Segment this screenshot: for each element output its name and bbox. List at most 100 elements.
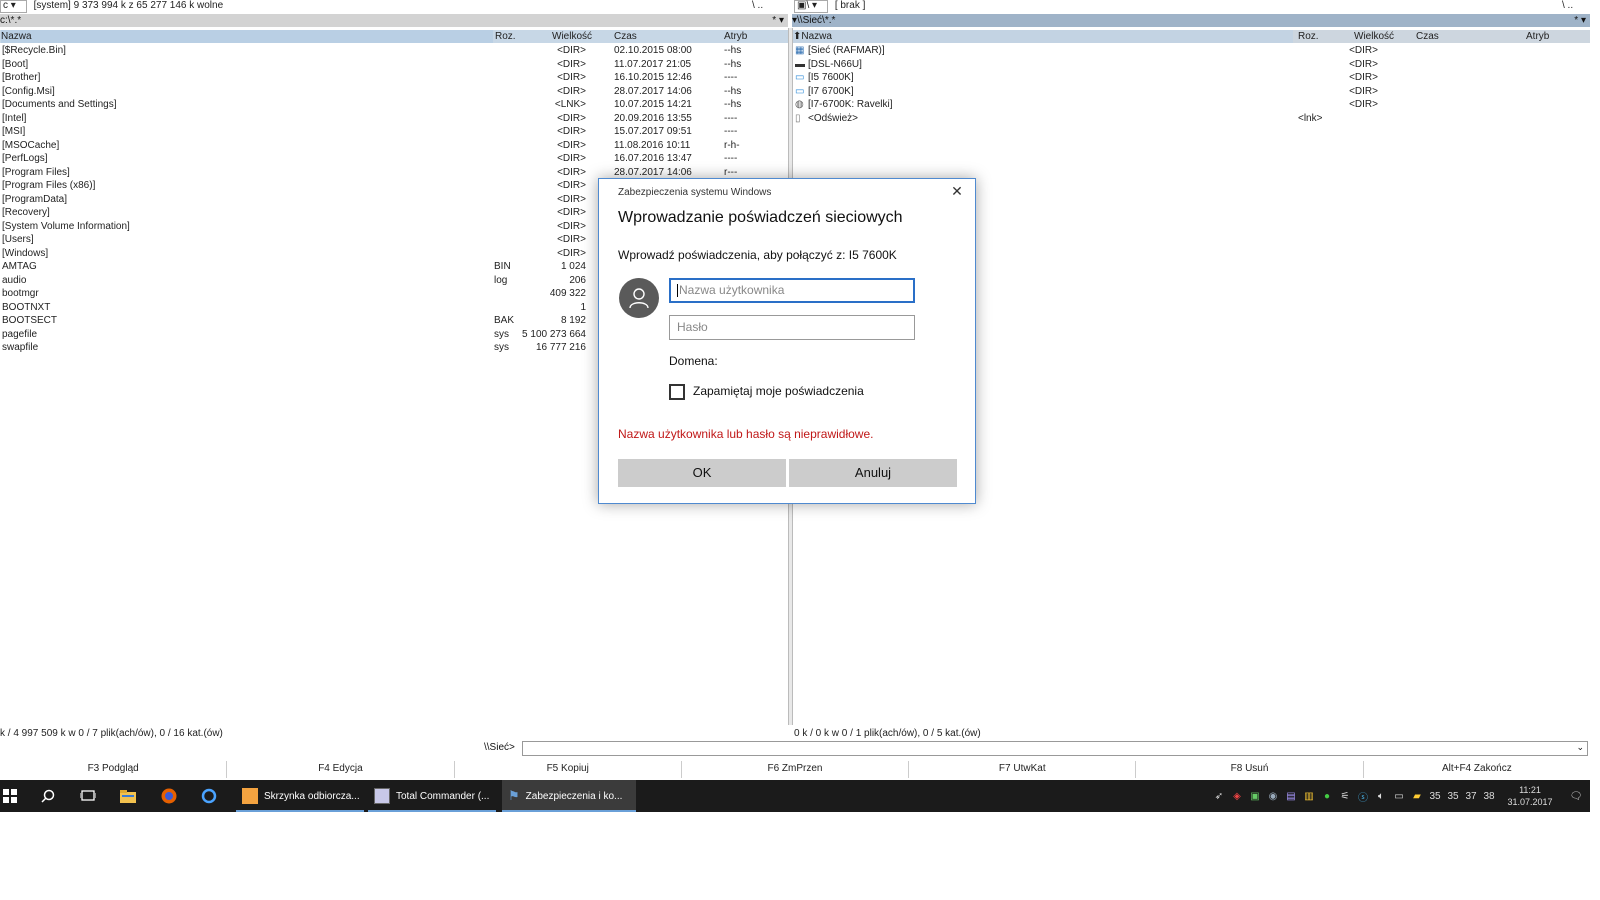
left-col-ext[interactable]: Roz. bbox=[495, 30, 516, 43]
right-col-time[interactable]: Czas bbox=[1416, 30, 1439, 43]
f7-mkdir-button[interactable]: F7 UtwKat bbox=[909, 761, 1137, 778]
table-row[interactable]: [PerfLogs] <DIR> 16.07.2016 13:47 ---- bbox=[0, 152, 788, 166]
temp-core-3[interactable]: 37 bbox=[1462, 791, 1480, 802]
table-row[interactable]: ▭ [I5 7600K] <DIR> bbox=[792, 71, 1590, 85]
file-name: [Program Files (x86)] bbox=[2, 180, 96, 191]
taskbar-app-mail[interactable]: Skrzynka odbiorcza... bbox=[236, 780, 364, 812]
firefox-icon[interactable] bbox=[161, 788, 177, 804]
volume-icon[interactable]: 🔈︎ bbox=[1372, 791, 1390, 802]
table-row[interactable]: [Intel] <DIR> 20.09.2016 13:55 ---- bbox=[0, 112, 788, 126]
f4-edit-button[interactable]: F4 Edycja bbox=[227, 761, 455, 778]
table-row[interactable]: ▦ [Sieć (RAFMAR)] <DIR> bbox=[792, 44, 1590, 58]
cursor-icon[interactable]: ➶ bbox=[1210, 791, 1228, 802]
file-name: AMTAG bbox=[2, 261, 37, 272]
file-size: <DIR> bbox=[1349, 45, 1378, 56]
f3-view-button[interactable]: F3 Podgląd bbox=[0, 761, 228, 778]
username-input[interactable]: Nazwa użytkownika bbox=[669, 278, 915, 303]
command-line-input[interactable]: ⌄ bbox=[522, 741, 1588, 756]
file-name: [I7 6700K] bbox=[808, 85, 854, 97]
search-icon[interactable] bbox=[40, 788, 56, 804]
dialog-caption: Zabezpieczenia systemu Windows bbox=[618, 187, 772, 198]
file-name: [Recovery] bbox=[2, 207, 50, 218]
network-tray-icon[interactable]: ⚟ bbox=[1336, 791, 1354, 802]
media-server-icon: ◍ bbox=[795, 99, 804, 110]
table-row[interactable]: ▭ [I7 6700K] <DIR> bbox=[792, 85, 1590, 99]
right-path: \\Sieć\*.* bbox=[797, 15, 836, 26]
twitch-icon[interactable]: ▤ bbox=[1282, 791, 1300, 802]
remember-checkbox[interactable] bbox=[669, 384, 685, 400]
task-view-icon[interactable] bbox=[80, 788, 96, 804]
right-root-buttons[interactable]: \ .. bbox=[1562, 0, 1573, 13]
table-row[interactable]: [MSI] <DIR> 15.07.2017 09:51 ---- bbox=[0, 125, 788, 139]
table-row[interactable]: ▯ <Odśwież> <lnk> bbox=[792, 112, 1590, 126]
taskbar-app-security[interactable]: ⚑ Zabezpieczenia i ko... bbox=[502, 780, 636, 812]
command-line: \\Sieć> ⌄ bbox=[0, 741, 1590, 756]
left-drive-select[interactable]: c ▾ bbox=[0, 0, 27, 13]
remember-label[interactable]: Zapamiętaj moje poświadczenia bbox=[693, 384, 864, 398]
file-name: [Config.Msi] bbox=[2, 85, 55, 97]
f6-move-button[interactable]: F6 ZmPrzen bbox=[682, 761, 910, 778]
temp-core-2[interactable]: 35 bbox=[1444, 791, 1462, 802]
table-row[interactable]: ◍ [I7-6700K: Ravelki] <DIR> bbox=[792, 98, 1590, 112]
file-ext: <lnk> bbox=[1298, 112, 1323, 124]
file-time: 11.07.2017 21:05 bbox=[614, 58, 692, 70]
right-path-symbols[interactable]: * ▾ bbox=[1574, 14, 1586, 27]
monitor-icon[interactable]: ▭ bbox=[1390, 791, 1408, 802]
notes-icon[interactable]: ▥ bbox=[1300, 791, 1318, 802]
refresh-app-icon[interactable] bbox=[201, 788, 217, 804]
taskbar-app-total-commander[interactable]: Total Commander (... bbox=[368, 780, 496, 812]
table-row[interactable]: [Brother] <DIR> 16.10.2015 12:46 ---- bbox=[0, 71, 788, 85]
file-size: <DIR> bbox=[557, 207, 586, 218]
chevron-down-icon[interactable]: ⌄ bbox=[1576, 742, 1584, 753]
table-row[interactable]: [Boot] <DIR> 11.07.2017 21:05 --hs bbox=[0, 58, 788, 72]
f5-copy-button[interactable]: F5 Kopiuj bbox=[455, 761, 682, 778]
file-name: [Users] bbox=[2, 234, 34, 245]
file-explorer-icon[interactable] bbox=[120, 788, 136, 804]
table-row[interactable]: ▬ [DSL-N66U] <DIR> bbox=[792, 58, 1590, 72]
table-row[interactable]: [$Recycle.Bin] <DIR> 02.10.2015 08:00 --hs bbox=[0, 44, 788, 58]
file-name: BOOTSECT bbox=[2, 315, 58, 326]
clock[interactable]: 11:21 31.07.2017 bbox=[1498, 784, 1562, 808]
alt-f4-exit-button[interactable]: Alt+F4 Zakończ bbox=[1364, 761, 1590, 778]
file-size: <DIR> bbox=[557, 220, 586, 232]
right-col-name[interactable]: ⬆Nazwa bbox=[793, 30, 1293, 43]
left-root-buttons[interactable]: \ .. bbox=[752, 0, 763, 13]
left-col-name[interactable]: Nazwa bbox=[1, 30, 493, 43]
close-icon[interactable]: ✕ bbox=[949, 183, 965, 200]
skype-icon[interactable]: ⓢ bbox=[1354, 789, 1372, 804]
notification-icon[interactable]: 🗨︎ bbox=[1562, 791, 1590, 802]
taskbar-app-label: Total Commander (... bbox=[396, 790, 490, 802]
cancel-button[interactable]: Anuluj bbox=[789, 459, 957, 487]
folder-tray-icon[interactable]: ▰ bbox=[1408, 791, 1426, 802]
function-key-bar: F3 Podgląd F4 Edycja F5 Kopiuj F6 ZmPrze… bbox=[0, 761, 1590, 778]
gpu-icon[interactable]: ▣ bbox=[1246, 791, 1264, 802]
file-name: [Program Files] bbox=[2, 166, 70, 178]
temp-core-4[interactable]: 38 bbox=[1480, 791, 1498, 802]
left-path-bar[interactable]: c:\*.* * ▾ bbox=[0, 14, 788, 27]
right-col-size[interactable]: Wielkość bbox=[1354, 30, 1394, 43]
file-time: 20.09.2016 13:55 bbox=[614, 112, 692, 124]
table-row[interactable]: [MSOCache] <DIR> 11.08.2016 10:11 r-h- bbox=[0, 139, 788, 153]
ok-button[interactable]: OK bbox=[618, 459, 786, 487]
table-row[interactable]: [Program Files] <DIR> 28.07.2017 14:06 r--- bbox=[0, 166, 788, 180]
steam-icon[interactable]: ◉ bbox=[1264, 791, 1282, 802]
cloud-icon[interactable]: ● bbox=[1318, 791, 1336, 802]
alert-icon[interactable]: ◈ bbox=[1228, 791, 1246, 802]
file-attr: ---- bbox=[724, 153, 738, 164]
right-drive-select[interactable]: ▣\ ▾ bbox=[794, 0, 829, 13]
file-size: <DIR> bbox=[557, 153, 586, 164]
table-row[interactable]: [Config.Msi] <DIR> 28.07.2017 14:06 --hs bbox=[0, 85, 788, 99]
right-col-attr[interactable]: Atryb bbox=[1526, 30, 1549, 43]
windows-start-icon[interactable] bbox=[2, 788, 18, 804]
left-path-symbols[interactable]: * ▾ bbox=[772, 14, 784, 27]
table-row[interactable]: [Documents and Settings] <LNK> 10.07.2015 … bbox=[0, 98, 788, 112]
right-path-bar[interactable]: ▾\\Sieć\*.* * ▾ bbox=[792, 14, 1590, 27]
right-col-ext[interactable]: Roz. bbox=[1298, 30, 1319, 43]
f8-delete-button[interactable]: F8 Usuń bbox=[1136, 761, 1364, 778]
left-col-size[interactable]: Wielkość bbox=[552, 30, 592, 43]
file-time: 16.07.2016 13:47 bbox=[614, 153, 692, 164]
left-col-attr[interactable]: Atryb bbox=[724, 30, 747, 43]
temp-core-1[interactable]: 35 bbox=[1426, 791, 1444, 802]
left-col-time[interactable]: Czas bbox=[614, 30, 637, 43]
password-input[interactable]: Hasło bbox=[669, 315, 915, 340]
